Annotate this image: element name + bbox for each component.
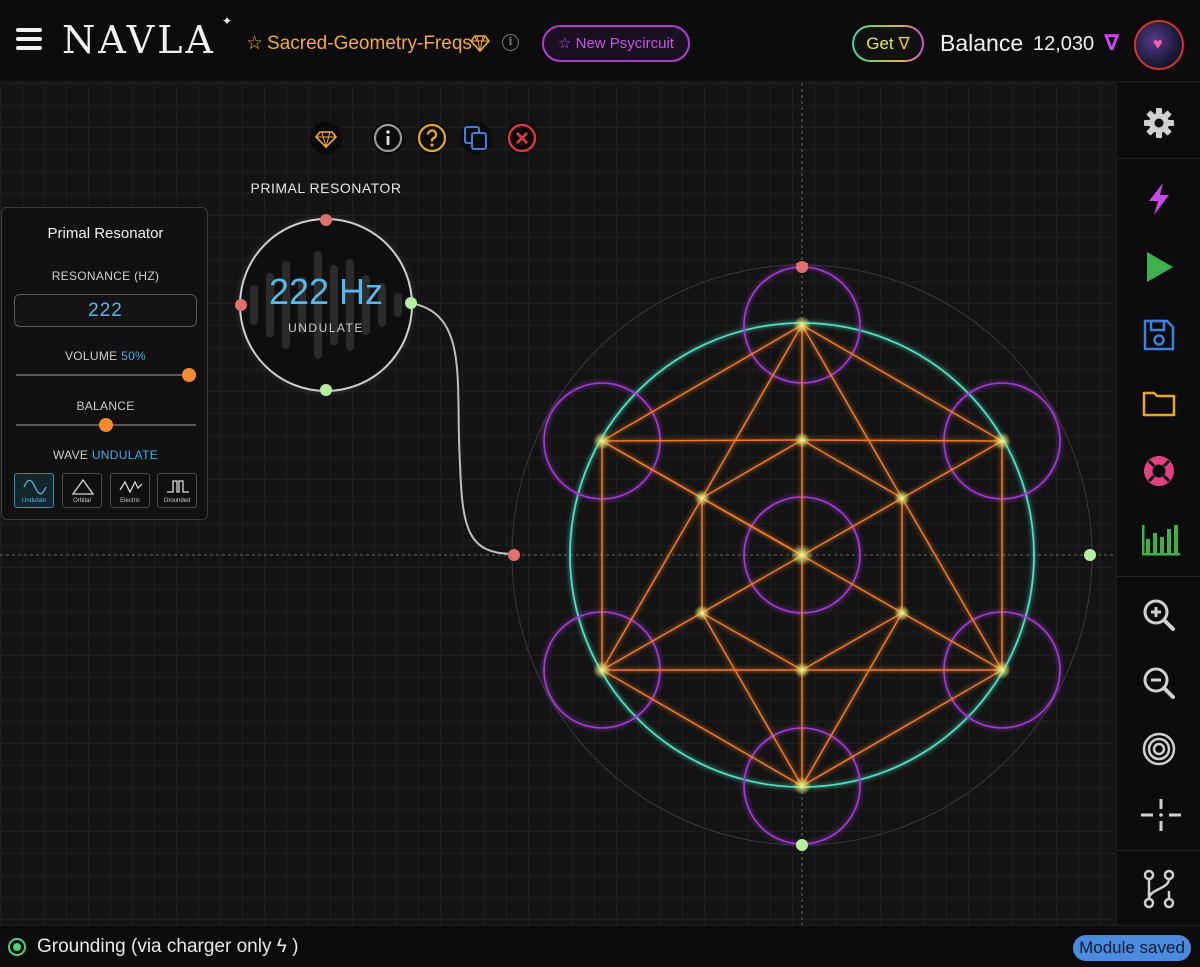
balance-slider-knob[interactable]: [99, 418, 113, 432]
zoom-out-icon[interactable]: [1117, 653, 1200, 713]
delete-icon[interactable]: [506, 122, 538, 154]
favorite-star-icon[interactable]: ☆: [246, 33, 263, 54]
info-icon[interactable]: i: [502, 34, 519, 51]
wave-grounded-label: Grounded: [163, 498, 191, 504]
balance-value: 12,030: [1033, 33, 1095, 55]
sawtooth-wave-icon: [119, 480, 143, 494]
node-frequency: 222 Hz: [268, 271, 384, 312]
volume-label-text: VOLUME: [64, 349, 118, 363]
connection-wire[interactable]: [409, 302, 513, 555]
save-icon[interactable]: [1117, 305, 1200, 365]
target-icon[interactable]: [1117, 719, 1200, 779]
get-label: Get: [866, 34, 894, 53]
properties-panel: Primal Resonator RESONANCE (HZ) 222 VOLU…: [1, 207, 208, 520]
wave-label-text: WAVE: [52, 448, 89, 462]
right-output-port[interactable]: [1084, 549, 1096, 561]
play-icon[interactable]: [1117, 237, 1200, 297]
triangle-wave-icon: [71, 478, 95, 495]
balance-label: BALANCE: [76, 399, 135, 413]
node-bottom-port[interactable]: [320, 384, 332, 396]
wave-electric-label: Electric: [120, 498, 140, 504]
balance-slider[interactable]: [16, 418, 196, 432]
currency-icon: ∇: [898, 34, 910, 53]
logo-sparkle-icon: ✦: [222, 14, 233, 28]
volume-value: 50%: [121, 349, 147, 363]
zoom-in-icon[interactable]: [1117, 585, 1200, 645]
top-bar: NAVLA ✦ ☆ Sacred-Geometry-Freqs i ☆ New P…: [0, 0, 1200, 82]
duplicate-icon[interactable]: [460, 122, 492, 154]
star-icon: ☆: [558, 35, 572, 52]
volume-slider-knob[interactable]: [182, 368, 196, 382]
wave-grounded-button[interactable]: Grounded: [157, 473, 197, 508]
info-icon[interactable]: [372, 122, 404, 154]
hamburger-icon[interactable]: [16, 28, 42, 50]
status-bar: Grounding (via charger only ϟ ) Module s…: [0, 925, 1200, 967]
right-sidebar: [1116, 83, 1200, 925]
wave-value: UNDULATE: [91, 448, 159, 462]
new-psycircuit-label: New Psycircuit: [575, 35, 674, 52]
node-wave-label: UNDULATE: [288, 321, 364, 335]
lifebuoy-icon[interactable]: [1117, 441, 1200, 501]
sine-wave-icon: [23, 479, 47, 495]
app-logo[interactable]: NAVLA: [62, 18, 216, 62]
wave-label: WAVE UNDULATE: [2, 448, 209, 462]
bar-chart-icon[interactable]: [1117, 509, 1200, 569]
square-wave-icon: [167, 480, 189, 493]
wave-orbital-button[interactable]: Orbital: [62, 473, 102, 508]
top-input-port[interactable]: [796, 261, 808, 273]
grounding-close-paren: ): [292, 936, 299, 957]
grounding-status: Grounding (via charger only ϟ ): [37, 936, 298, 958]
project-title-text: Sacred-Geometry-Freqs: [267, 33, 472, 54]
help-icon[interactable]: [416, 122, 448, 154]
graph-nodes-icon[interactable]: [1117, 857, 1200, 917]
wave-undulate-button[interactable]: Undulate: [14, 473, 54, 508]
left-input-port[interactable]: [508, 549, 520, 561]
gear-icon[interactable]: [1117, 93, 1200, 153]
gem-icon[interactable]: [470, 33, 490, 53]
currency-icon: ∇: [1104, 30, 1120, 55]
grounding-status-icon: [8, 938, 26, 956]
project-title[interactable]: ☆ Sacred-Geometry-Freqs: [246, 32, 472, 55]
module-saved-toast: Module saved: [1073, 935, 1191, 961]
folder-icon[interactable]: [1117, 373, 1200, 433]
get-currency-button[interactable]: Get ∇: [852, 25, 924, 62]
volume-slider[interactable]: [16, 368, 196, 382]
grounding-text: Grounding (via charger only: [37, 936, 272, 957]
resonance-input[interactable]: 222: [14, 294, 197, 327]
wave-electric-button[interactable]: Electric: [110, 473, 150, 508]
resonance-label: RESONANCE (HZ): [51, 269, 160, 283]
new-psycircuit-button[interactable]: ☆ New Psycircuit: [542, 25, 690, 62]
node-title: PRIMAL RESONATOR: [250, 180, 402, 196]
node-top-port[interactable]: [320, 214, 332, 226]
panel-title: Primal Resonator: [47, 225, 164, 242]
wave-undulate-label: Undulate: [21, 498, 47, 504]
bottom-output-port[interactable]: [796, 839, 808, 851]
bolt-icon: ϟ: [276, 936, 287, 957]
lightning-icon[interactable]: [1117, 169, 1200, 229]
volume-label: VOLUME 50%: [2, 349, 209, 363]
avatar[interactable]: ♥: [1134, 20, 1184, 70]
heart-icon: ♥: [1153, 36, 1163, 53]
balance-label: Balance: [940, 30, 1024, 56]
center-crosshair-icon[interactable]: [1117, 785, 1200, 845]
wave-orbital-label: Orbital: [73, 498, 91, 504]
gem-icon[interactable]: [310, 122, 342, 154]
